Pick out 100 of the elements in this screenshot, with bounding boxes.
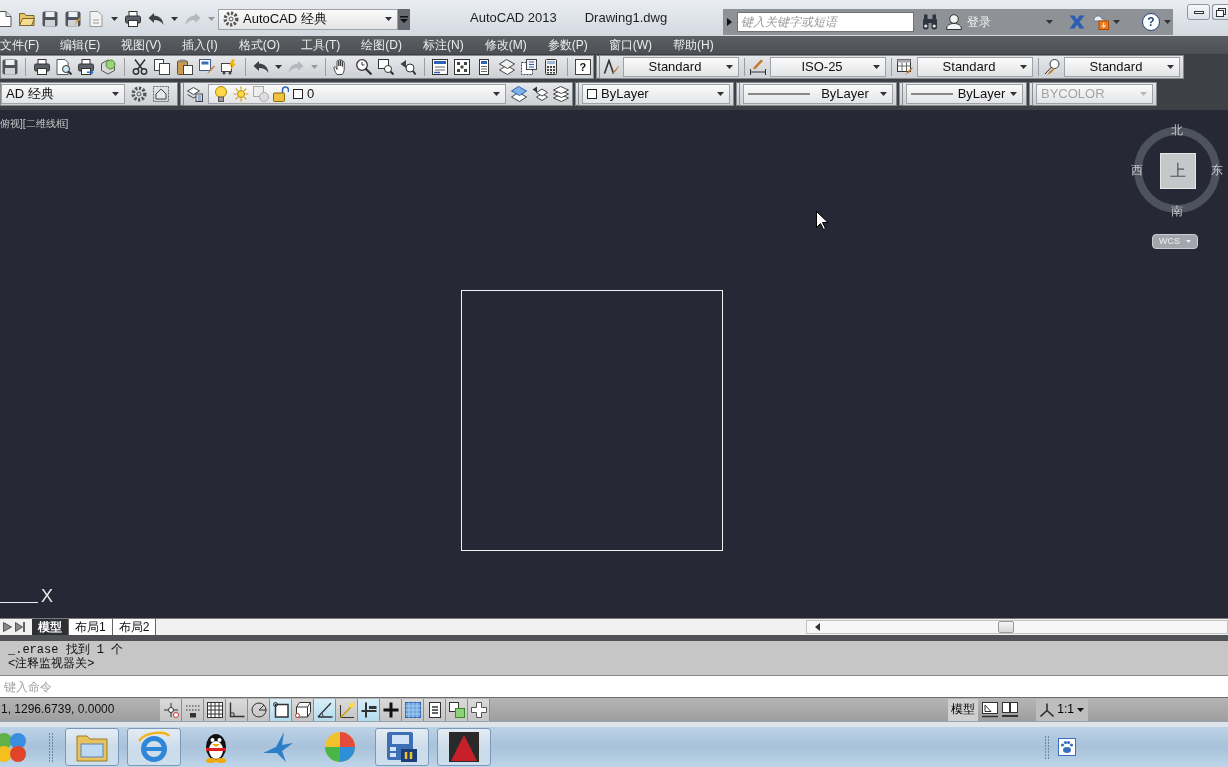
gear-icon[interactable] (131, 86, 147, 102)
dimension-style-dropdown[interactable]: ISO-25 (770, 57, 886, 77)
sheet-stack-icon[interactable] (498, 59, 515, 75)
menu-item[interactable]: 格式(O) (238, 37, 280, 53)
zoom-previous-icon[interactable] (400, 59, 417, 75)
ortho-toggle[interactable] (226, 698, 248, 721)
menu-item[interactable]: 编辑(E) (60, 37, 101, 53)
polar-toggle[interactable] (248, 698, 270, 721)
caret-icon[interactable] (880, 92, 887, 96)
zoom-window-icon[interactable] (377, 59, 394, 75)
dynamic-input-toggle[interactable] (358, 698, 380, 721)
model-space-button[interactable]: 模型 (948, 698, 979, 721)
caret-icon[interactable] (1020, 65, 1027, 69)
menu-item[interactable]: 帮助(H) (673, 37, 714, 53)
caret-icon[interactable] (112, 92, 119, 96)
play-icon[interactable] (3, 622, 12, 632)
color-swatch-icon[interactable] (587, 89, 597, 99)
caret-icon[interactable] (1167, 65, 1174, 69)
scissors-icon[interactable] (132, 59, 149, 75)
annotation-scale-button[interactable]: 1:1 (1036, 698, 1088, 721)
color-dropdown[interactable]: ByLayer (582, 84, 730, 104)
help-button[interactable]: ? (574, 59, 591, 75)
compass-label[interactable]: 东 (1211, 164, 1223, 176)
color-swatch-icon[interactable] (293, 89, 303, 99)
print-preview-icon[interactable] (55, 59, 72, 75)
markup-icon[interactable] (521, 59, 537, 75)
viewcube-face[interactable]: 上 (1160, 153, 1196, 189)
minimize-icon[interactable] (1193, 10, 1204, 14)
layout-tab[interactable]: 布局1 (69, 619, 113, 635)
zoom-icon[interactable] (355, 59, 372, 75)
dynamic-ucs-toggle[interactable] (336, 698, 358, 721)
caret-icon[interactable] (726, 65, 733, 69)
help-button[interactable]: ? (1142, 13, 1160, 31)
menu-item[interactable]: 绘图(D) (361, 37, 402, 53)
scroll-left-icon[interactable] (815, 623, 820, 631)
menu-item[interactable]: 窗口(W) (608, 37, 652, 53)
paste-icon[interactable] (176, 59, 193, 75)
start-orb-icon[interactable] (0, 731, 26, 763)
copy-icon[interactable] (154, 59, 171, 75)
layer-properties-icon[interactable] (187, 86, 203, 102)
download-icon[interactable] (1093, 14, 1109, 30)
transparency-toggle[interactable] (402, 698, 424, 721)
user-icon[interactable] (946, 14, 962, 30)
publish-icon[interactable] (78, 59, 95, 75)
skip-end-icon[interactable] (15, 622, 25, 632)
layer-stack-icon[interactable] (553, 86, 569, 102)
layout-view-icon[interactable] (982, 701, 999, 718)
compass-label[interactable]: 北 (1171, 124, 1183, 136)
table-style-dropdown[interactable]: Standard (917, 57, 1033, 77)
caret-icon[interactable] (385, 17, 392, 21)
snap-toggle[interactable] (182, 698, 204, 721)
compass-label[interactable]: 南 (1171, 205, 1183, 217)
expand-triangle-icon[interactable] (727, 18, 732, 26)
house-frame-icon[interactable] (153, 86, 169, 102)
split-view-icon[interactable] (1002, 701, 1019, 718)
search-field[interactable]: 键入关键字或短语 (737, 12, 914, 32)
menu-item[interactable]: 标注(N) (423, 37, 464, 53)
paintbrush-icon[interactable] (198, 59, 215, 75)
workspace-dropdown[interactable]: AutoCAD 经典 (218, 8, 398, 30)
viewport-label[interactable]: 俯视][二维线框] (0, 118, 69, 130)
caret-icon[interactable] (873, 65, 880, 69)
workspace-dropdown[interactable]: AD 经典 (1, 84, 125, 104)
block-editor-icon[interactable] (221, 59, 238, 75)
save-icon[interactable] (42, 11, 58, 27)
dimension-style-icon[interactable] (750, 59, 766, 75)
layout-tab[interactable]: 布局2 (112, 619, 157, 635)
quick-properties-toggle[interactable] (424, 698, 446, 721)
taskbar-button[interactable] (375, 728, 429, 766)
object-tracking-toggle[interactable] (314, 698, 336, 721)
menu-item[interactable]: 修改(M) (484, 37, 527, 53)
caret-icon[interactable] (171, 17, 178, 21)
print-icon[interactable] (125, 11, 141, 27)
infer-constraints-toggle[interactable] (160, 698, 182, 721)
caret-icon[interactable] (1077, 707, 1084, 712)
text-style-dropdown[interactable]: Standard (623, 57, 739, 77)
caret-icon[interactable] (717, 92, 724, 96)
horizontal-scrollbar[interactable] (806, 620, 1228, 634)
text-style-icon[interactable] (603, 59, 619, 75)
calculator-icon[interactable] (543, 59, 560, 75)
caret-icon[interactable] (275, 65, 283, 69)
3d-snap-toggle[interactable] (292, 698, 314, 721)
taskbar-button[interactable] (437, 728, 491, 766)
object-snap-toggle[interactable] (270, 698, 292, 721)
layer-dropdown[interactable]: 0 (208, 84, 506, 104)
lightbulb-icon[interactable] (213, 86, 229, 102)
menu-caret-icon[interactable] (400, 15, 408, 23)
table-style-icon[interactable] (897, 59, 913, 75)
minimize-button[interactable] (1187, 4, 1210, 20)
menu-item[interactable]: 视图(V) (121, 37, 162, 53)
save-icon[interactable] (2, 59, 18, 75)
grid-panel-icon[interactable] (454, 59, 471, 75)
save-as-icon[interactable] (65, 11, 81, 27)
quick-access-menu-button[interactable] (398, 8, 410, 30)
annotation-monitor-toggle[interactable] (468, 698, 490, 721)
compass-label[interactable]: 西 (1131, 164, 1143, 176)
layer-current-icon[interactable] (511, 86, 527, 102)
lineweight-toggle[interactable] (380, 698, 402, 721)
caret-icon[interactable] (493, 92, 500, 96)
caret-icon[interactable] (111, 17, 118, 21)
new-file-icon[interactable] (0, 11, 12, 27)
